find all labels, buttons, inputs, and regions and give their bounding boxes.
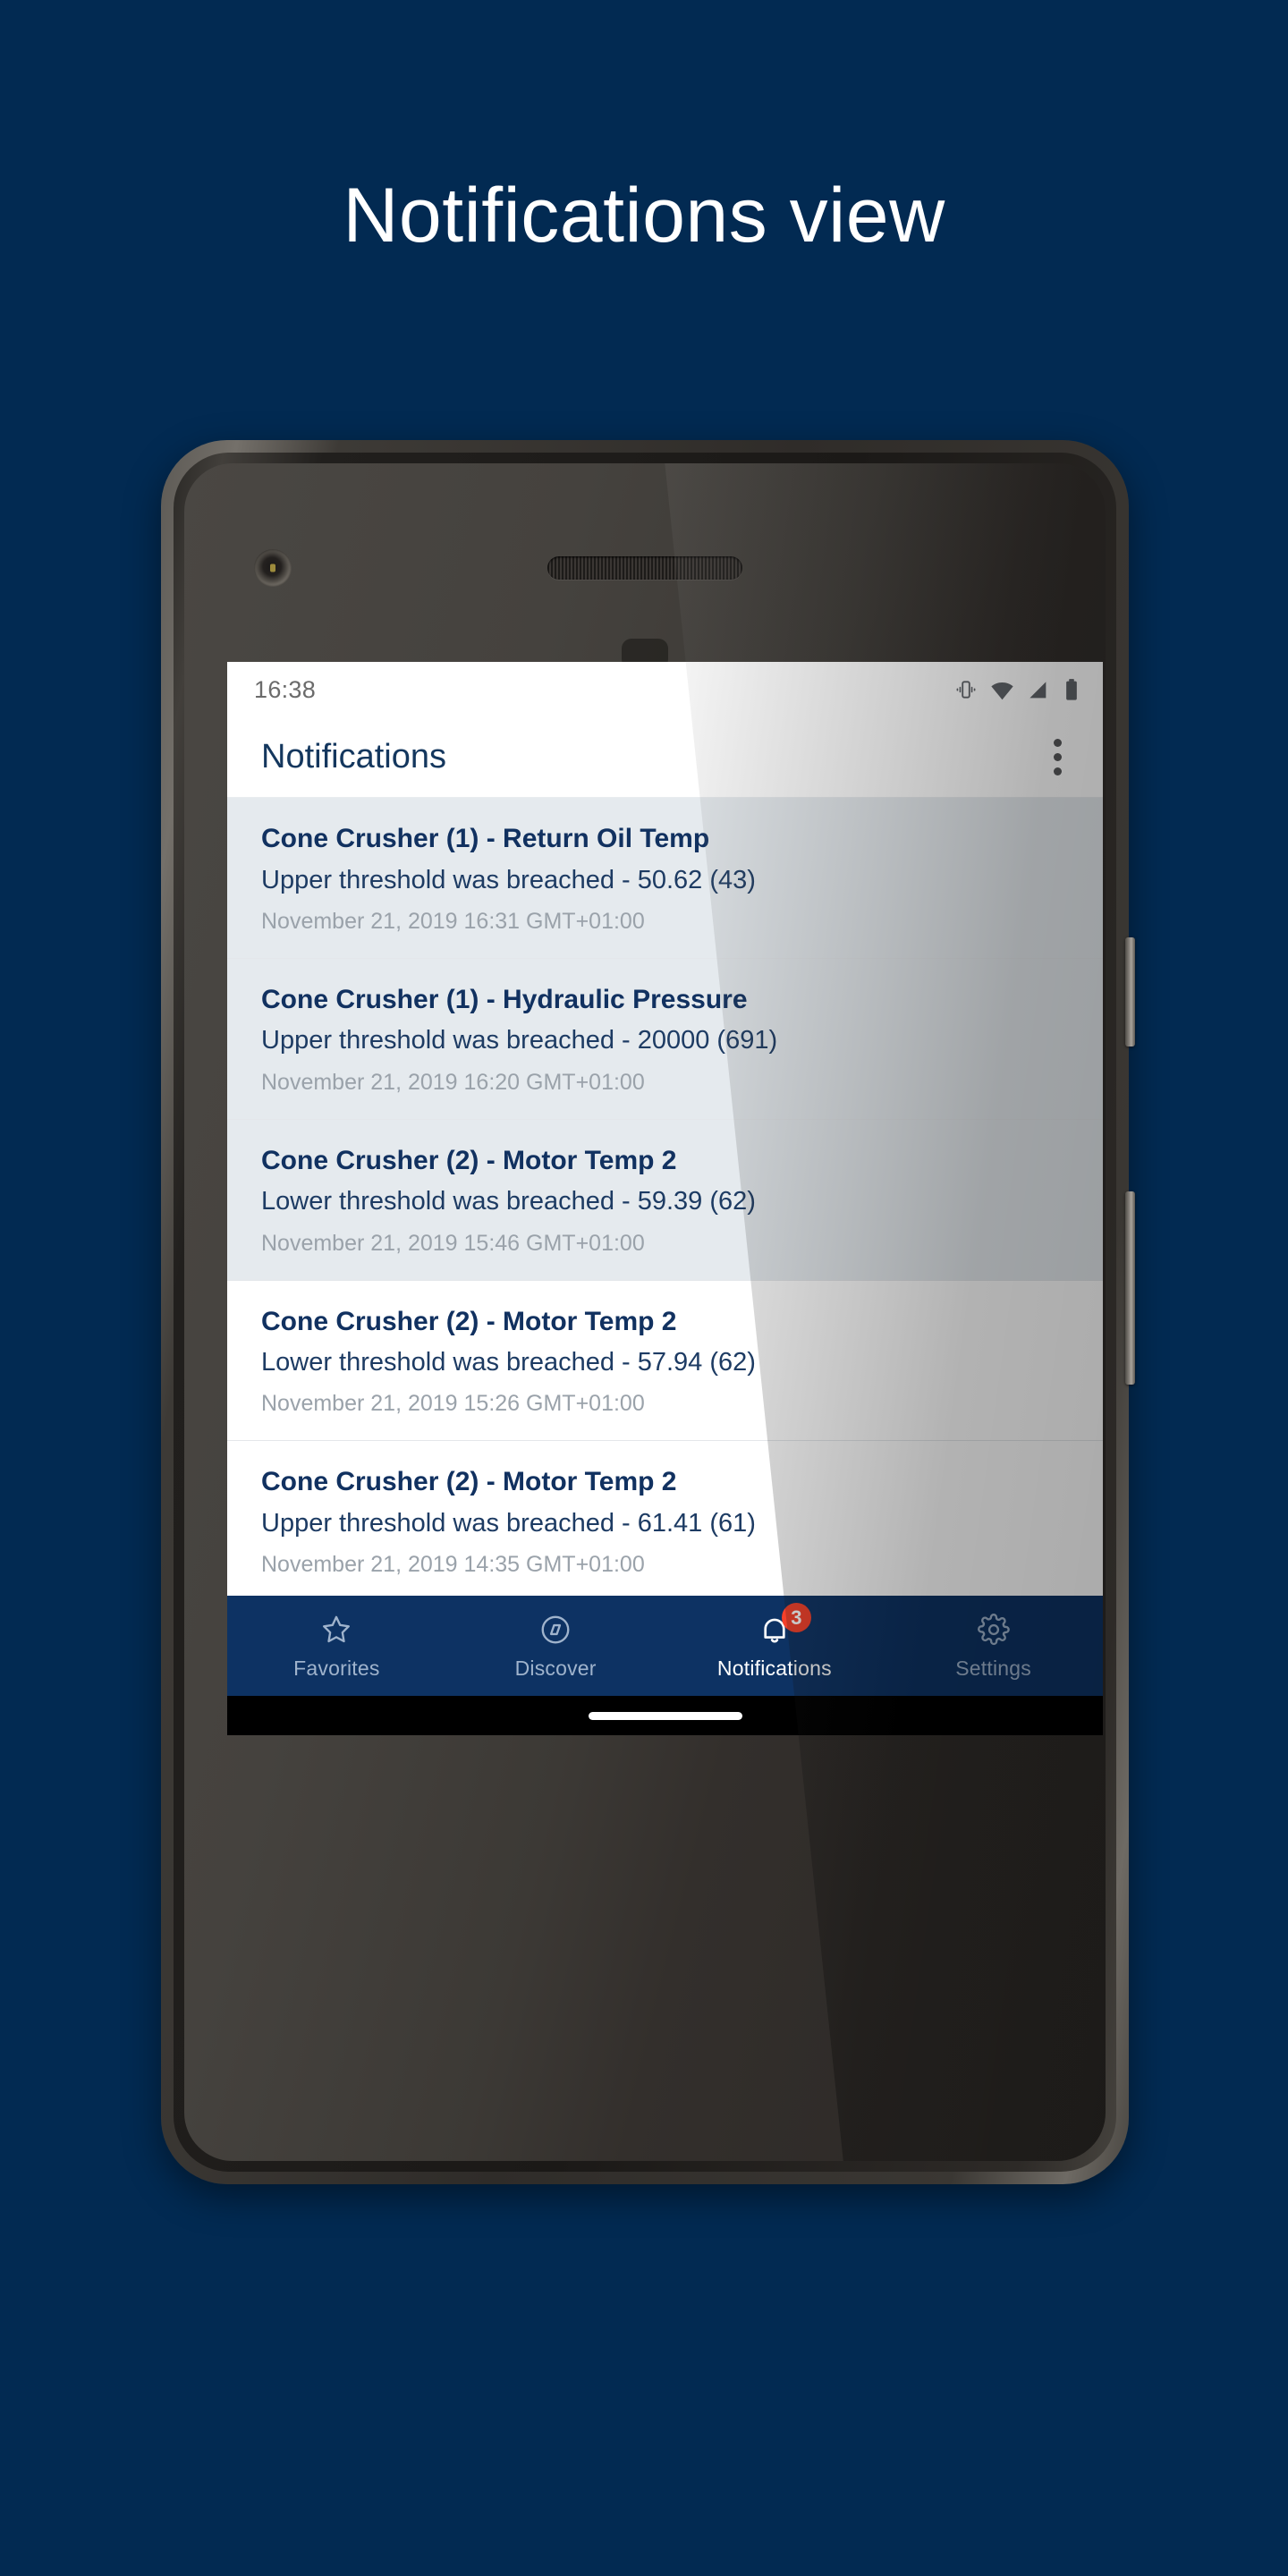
app-bar: Notifications <box>227 717 1103 798</box>
nav-item-notifications[interactable]: 3 Notifications <box>665 1603 885 1681</box>
notification-body: Upper threshold was breached - 50.62 (43… <box>261 865 756 894</box>
status-bar-clock: 16:38 <box>254 675 317 703</box>
app-bar-title: Notifications <box>261 738 446 775</box>
notification-item[interactable]: Cone Crusher (2) - Motor Temp 2 Lower th… <box>227 1119 1103 1281</box>
volume-rocker-button[interactable] <box>1125 1191 1135 1385</box>
notification-timestamp: November 21, 2019 16:20 GMT+01:00 <box>261 1069 645 1095</box>
battery-icon <box>1062 678 1081 701</box>
notification-timestamp: November 21, 2019 15:26 GMT+01:00 <box>261 1391 645 1417</box>
notification-title: Cone Crusher (1) - Return Oil Temp <box>261 824 710 853</box>
phone-device: 16:38 Notifications Cone Crusher (1) - R… <box>161 440 1135 2184</box>
phone-front-face: 16:38 Notifications Cone Crusher (1) - R… <box>184 463 1106 2161</box>
notification-timestamp: November 21, 2019 15:46 GMT+01:00 <box>261 1230 645 1256</box>
notification-title: Cone Crusher (1) - Hydraulic Pressure <box>261 984 748 1014</box>
notification-body: Upper threshold was breached - 61.41 (61… <box>261 1508 756 1538</box>
notification-item[interactable]: Cone Crusher (2) - Motor Temp 2 Upper th… <box>227 1441 1103 1596</box>
front-camera-icon <box>254 549 292 587</box>
gesture-navigation-bar <box>227 1696 1103 1735</box>
notification-item[interactable]: Cone Crusher (2) - Motor Temp 2 Lower th… <box>227 1280 1103 1442</box>
notification-badge: 3 <box>781 1603 811 1632</box>
status-bar: 16:38 <box>227 662 1103 717</box>
nav-label: Favorites <box>293 1657 380 1680</box>
notification-body: Upper threshold was breached - 20000 (69… <box>261 1026 778 1055</box>
star-icon <box>318 1611 355 1648</box>
power-button[interactable] <box>1125 937 1135 1046</box>
notification-title: Cone Crusher (2) - Motor Temp 2 <box>261 1467 677 1497</box>
notification-item[interactable]: Cone Crusher (1) - Hydraulic Pressure Up… <box>227 958 1103 1120</box>
nav-label: Settings <box>955 1657 1031 1680</box>
notification-title: Cone Crusher (2) - Motor Temp 2 <box>261 1306 677 1336</box>
notification-timestamp: November 21, 2019 16:31 GMT+01:00 <box>261 908 645 934</box>
bottom-navigation-bar: Favorites Discover 3 Notifications Setti… <box>227 1596 1103 1696</box>
notification-body: Lower threshold was breached - 59.39 (62… <box>261 1187 756 1216</box>
home-indicator[interactable] <box>588 1711 742 1720</box>
compass-icon <box>537 1611 574 1648</box>
nav-item-settings[interactable]: Settings <box>884 1611 1103 1681</box>
poster-canvas: Notifications view 16:38 Notifications C… <box>0 0 1288 2576</box>
vibrate-icon <box>954 678 978 701</box>
notification-item[interactable]: Cone Crusher (1) - Return Oil Temp Upper… <box>227 798 1103 959</box>
more-vertical-icon[interactable] <box>1043 730 1072 784</box>
nav-item-favorites[interactable]: Favorites <box>227 1611 446 1681</box>
wifi-icon <box>990 678 1014 702</box>
nav-item-discover[interactable]: Discover <box>446 1611 665 1681</box>
notification-body: Lower threshold was breached - 57.94 (62… <box>261 1348 756 1377</box>
status-bar-icons <box>954 678 1081 702</box>
signal-icon <box>1027 679 1049 701</box>
earpiece-speaker <box>547 556 742 580</box>
notification-timestamp: November 21, 2019 14:35 GMT+01:00 <box>261 1552 645 1578</box>
page-title: Notifications view <box>343 173 945 258</box>
notification-list: Cone Crusher (1) - Return Oil Temp Upper… <box>227 798 1103 1596</box>
phone-screen: 16:38 Notifications Cone Crusher (1) - R… <box>227 662 1103 1735</box>
bell-icon: 3 <box>756 1603 811 1648</box>
nav-label: Notifications <box>716 1657 832 1680</box>
notification-title: Cone Crusher (2) - Motor Temp 2 <box>261 1145 677 1175</box>
gear-icon <box>975 1611 1013 1648</box>
nav-label: Discover <box>514 1657 597 1680</box>
